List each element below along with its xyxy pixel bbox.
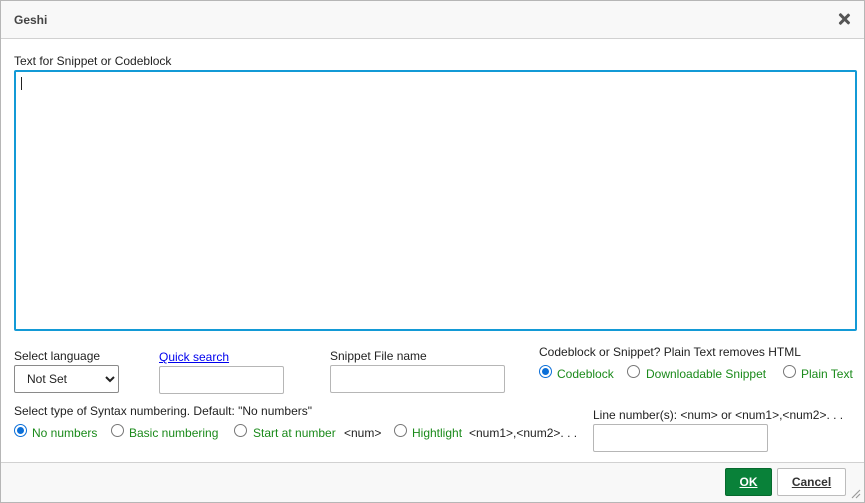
mode-option-label[interactable]: Codeblock (557, 367, 614, 381)
numbering-radio-none[interactable] (14, 424, 27, 437)
numbering-label: Select type of Syntax numbering. Default… (14, 404, 313, 418)
quick-search-input[interactable] (159, 366, 284, 394)
line-numbers-input[interactable] (593, 424, 768, 452)
numbering-option-label[interactable]: Basic numbering (129, 426, 218, 440)
text-caret (21, 77, 22, 90)
numbering-option-suffix: <num> (344, 426, 382, 440)
numbering-option-label[interactable]: Start at number (253, 426, 336, 440)
numbering-radio-start[interactable] (234, 424, 247, 437)
line-numbers-label: Line number(s): <num> or <num1>,<num2>. … (593, 408, 844, 422)
dialog-titlebar[interactable]: Geshi (1, 1, 864, 39)
resize-grip-icon[interactable] (849, 487, 861, 499)
numbering-option-label[interactable]: No numbers (32, 426, 97, 440)
mode-option-label[interactable]: Downloadable Snippet (646, 367, 766, 381)
quick-search-link[interactable]: Quick search (159, 350, 229, 364)
numbering-option-suffix: <num1>,<num2>. . . (469, 426, 578, 440)
numbering-radio-highlight[interactable] (394, 424, 407, 437)
snippet-label: Text for Snippet or Codeblock (14, 54, 172, 68)
language-label: Select language (14, 349, 101, 363)
mode-radio-codeblock[interactable] (539, 365, 552, 378)
filename-input[interactable] (330, 365, 505, 393)
geshi-dialog: Geshi Text for Snippet or Codeblock Sele… (0, 0, 865, 503)
snippet-textarea[interactable] (14, 70, 857, 331)
dialog-title: Geshi (14, 13, 48, 27)
close-icon[interactable] (836, 11, 852, 27)
language-select[interactable]: Not Set (14, 365, 119, 393)
filename-label: Snippet File name (330, 349, 427, 363)
numbering-radio-basic[interactable] (111, 424, 124, 437)
mode-option-label[interactable]: Plain Text (801, 367, 853, 381)
mode-radio-plaintext[interactable] (783, 365, 796, 378)
mode-label: Codeblock or Snippet? Plain Text removes… (539, 345, 801, 359)
mode-radio-downloadable[interactable] (627, 365, 640, 378)
ok-button[interactable]: OK (725, 468, 772, 496)
numbering-option-label[interactable]: Hightlight (412, 426, 462, 440)
cancel-button[interactable]: Cancel (777, 468, 846, 496)
